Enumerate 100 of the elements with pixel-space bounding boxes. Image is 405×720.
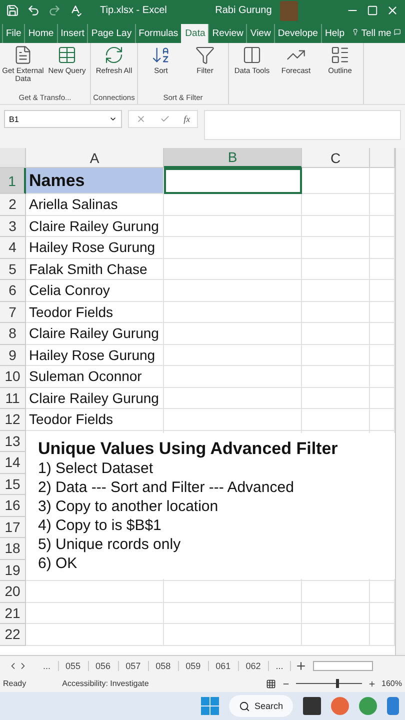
table-icon [57, 45, 77, 65]
table-cell [370, 280, 395, 302]
sheet-tab[interactable]: 061 [208, 660, 239, 670]
sort-icon [151, 45, 171, 65]
refresh-icon [104, 45, 124, 65]
table-cell: Teodor Fields [26, 302, 164, 323]
row-header[interactable]: 22 [0, 624, 26, 646]
column-header[interactable]: B [164, 148, 302, 168]
table-cell: Teodor Fields [26, 409, 164, 430]
table-cell [370, 237, 395, 258]
table-cell [370, 624, 395, 646]
sheet-tab[interactable]: 057 [118, 660, 149, 670]
row-header[interactable]: 21 [0, 602, 26, 624]
normal-view-icon[interactable] [266, 678, 276, 688]
vertical-scrollbar[interactable] [395, 148, 405, 655]
table-cell [370, 323, 395, 344]
row-header[interactable]: 3 [0, 216, 26, 237]
table-cell [302, 168, 370, 194]
row-header[interactable]: 8 [0, 323, 26, 344]
selected-cell[interactable] [164, 168, 302, 194]
menu-tab[interactable]: Data [181, 24, 208, 43]
table-cell: Falak Smith Chase [26, 258, 164, 280]
close-icon[interactable] [386, 4, 400, 17]
row-header[interactable]: 18 [0, 538, 26, 560]
row-header[interactable]: 13 [0, 430, 26, 452]
slider-thumb[interactable] [336, 679, 340, 688]
sheet-tab[interactable]: 059 [178, 660, 209, 670]
accessibility-status[interactable]: Accessibility: Investigate [62, 679, 149, 688]
table-cell: Claire Railey Gurung [26, 216, 164, 237]
cancel-icon[interactable] [136, 114, 146, 124]
table-cell: Hailey Rose Gurung [26, 344, 164, 366]
row-header[interactable]: 11 [0, 388, 26, 409]
spelling-icon[interactable] [69, 4, 82, 17]
app-icon[interactable] [359, 697, 377, 715]
row-header[interactable]: 14 [0, 452, 26, 474]
table-cell [302, 323, 370, 344]
zoom-in-icon[interactable] [368, 680, 376, 688]
table-cell [370, 168, 395, 194]
table-cell [302, 602, 370, 624]
table-cell [302, 258, 370, 280]
sheet-tab[interactable]: 056 [88, 660, 119, 670]
avatar [280, 0, 298, 20]
horizontal-scrollbar[interactable] [313, 660, 374, 670]
table-cell: Suleman Oconnor [26, 366, 164, 388]
app-icon[interactable] [331, 697, 349, 715]
row-header[interactable]: 4 [0, 237, 26, 258]
table-cell [370, 302, 395, 323]
tell-me-search[interactable]: Tell me [358, 24, 394, 43]
table-cell: Ariella Salinas [26, 194, 164, 216]
redo-icon[interactable] [48, 4, 61, 17]
table-cell [370, 344, 395, 366]
row-header[interactable]: 12 [0, 409, 26, 430]
column-header[interactable]: A [26, 148, 164, 168]
caption-step: 6) OK [38, 554, 78, 573]
row-header[interactable]: 2 [0, 194, 26, 216]
row-header[interactable]: 17 [0, 516, 26, 538]
column-header[interactable]: C [302, 148, 370, 168]
row-header[interactable]: 16 [0, 495, 26, 516]
outline-icon [330, 45, 350, 65]
row-header[interactable]: 10 [0, 366, 26, 388]
row-header[interactable]: 6 [0, 280, 26, 302]
insert-function-button[interactable]: fx [184, 114, 190, 124]
sheet-tab[interactable]: ... [36, 660, 59, 670]
zoom-level: 160% [382, 679, 402, 688]
enter-icon[interactable] [160, 114, 170, 124]
undo-icon[interactable] [27, 4, 40, 17]
table-cell [302, 194, 370, 216]
row-header[interactable]: 5 [0, 258, 26, 280]
table-cell [370, 602, 395, 624]
table-cell [302, 216, 370, 237]
comment-icon[interactable] [394, 26, 401, 38]
taskbar-search[interactable]: Search [229, 695, 293, 717]
maximize-icon[interactable] [367, 5, 378, 16]
status-text: Ready [3, 679, 26, 688]
sheet-tab[interactable]: ... [268, 660, 292, 670]
row-header[interactable]: 9 [0, 344, 26, 366]
table-cell [302, 581, 370, 602]
app-icon[interactable] [387, 697, 399, 715]
table-cell [370, 409, 395, 430]
formula-field[interactable] [204, 110, 401, 140]
table-cell: Claire Railey Gurung [26, 323, 164, 344]
add-sheet-icon[interactable] [295, 660, 308, 672]
sheet-tab[interactable]: 058 [148, 660, 179, 670]
row-header[interactable]: 7 [0, 302, 26, 323]
table-cell: Hailey Rose Gurung [26, 237, 164, 258]
sheet-tab[interactable]: 055 [58, 660, 89, 670]
row-header[interactable]: 20 [0, 581, 26, 602]
filter-icon [195, 45, 215, 65]
table-cell [370, 258, 395, 280]
table-cell: Names [26, 168, 164, 194]
row-header[interactable]: 1 [0, 168, 26, 194]
caption-title: Unique Values Using Advanced Filter [38, 439, 338, 459]
table-cell [370, 581, 395, 602]
name-box[interactable]: B1 [4, 110, 122, 128]
start-icon[interactable] [201, 697, 220, 715]
row-header[interactable]: 15 [0, 474, 26, 495]
table-cell: Celia Conroy [26, 280, 164, 302]
caption-step: 3) Copy to another location [38, 497, 218, 516]
row-header[interactable]: 19 [0, 560, 26, 581]
sheet-tab[interactable]: 062 [238, 660, 269, 670]
